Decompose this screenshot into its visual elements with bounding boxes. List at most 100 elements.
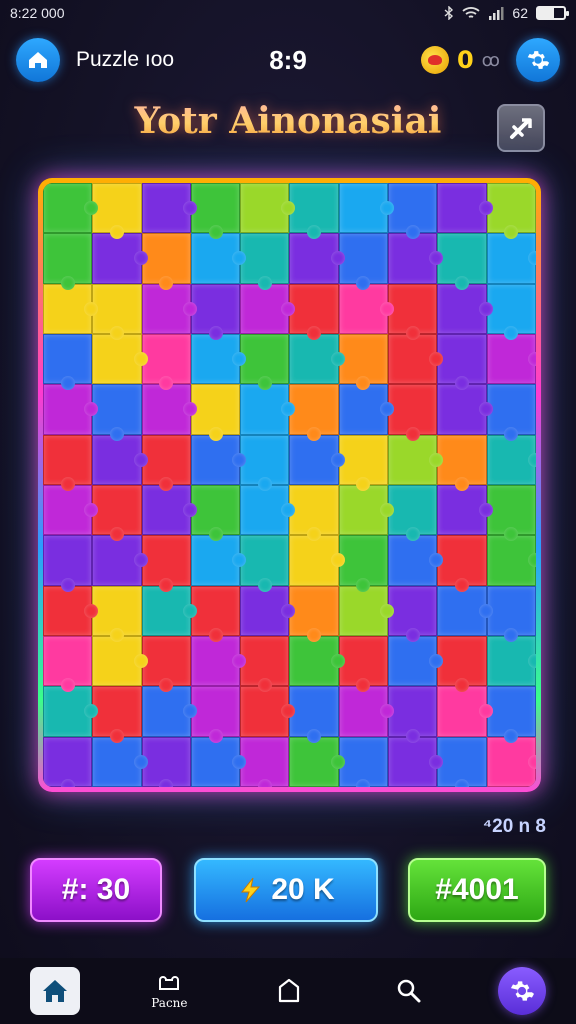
puzzle-piece[interactable] xyxy=(486,434,536,485)
puzzle-piece[interactable] xyxy=(388,535,444,586)
puzzle-piece[interactable] xyxy=(141,635,191,693)
puzzle-piece[interactable] xyxy=(437,283,494,334)
puzzle-piece[interactable] xyxy=(289,233,346,284)
puzzle-piece[interactable] xyxy=(338,233,389,291)
puzzle-piece[interactable] xyxy=(92,283,142,341)
puzzle-piece[interactable] xyxy=(437,535,487,593)
puzzle-piece[interactable] xyxy=(190,333,247,385)
puzzle-piece[interactable] xyxy=(240,686,296,737)
puzzle-piece[interactable] xyxy=(92,535,148,586)
hint-button[interactable]: 20 K xyxy=(194,858,378,922)
puzzle-piece[interactable] xyxy=(338,384,395,435)
puzzle-piece[interactable] xyxy=(190,585,241,643)
puzzle-piece[interactable] xyxy=(289,183,339,240)
puzzle-piece[interactable] xyxy=(190,434,247,485)
puzzle-piece[interactable] xyxy=(92,585,142,643)
puzzle-piece[interactable] xyxy=(289,585,339,643)
puzzle-piece[interactable] xyxy=(388,484,438,542)
puzzle-piece[interactable] xyxy=(437,585,494,636)
puzzle-piece[interactable] xyxy=(141,283,198,334)
puzzle-piece[interactable] xyxy=(240,635,290,693)
puzzle-piece[interactable] xyxy=(289,484,339,542)
puzzle-piece[interactable] xyxy=(141,585,198,636)
puzzle-piece[interactable] xyxy=(43,183,99,234)
nav-puzzle[interactable]: Pacne xyxy=(139,963,199,1019)
puzzle-piece[interactable] xyxy=(388,183,438,240)
puzzle-piece[interactable] xyxy=(289,686,339,744)
puzzle-piece[interactable] xyxy=(92,686,142,744)
puzzle-piece[interactable] xyxy=(141,183,198,234)
puzzle-piece[interactable] xyxy=(388,585,438,643)
puzzle-piece[interactable] xyxy=(289,434,346,485)
puzzle-piece[interactable] xyxy=(486,484,536,542)
puzzle-piece[interactable] xyxy=(388,384,438,442)
puzzle-piece[interactable] xyxy=(437,686,494,737)
puzzle-piece[interactable] xyxy=(486,585,536,643)
score-button[interactable]: #4001 xyxy=(408,858,546,922)
puzzle-piece[interactable] xyxy=(92,333,148,385)
puzzle-piece[interactable] xyxy=(486,535,536,586)
puzzle-piece[interactable] xyxy=(240,283,296,334)
puzzle-piece[interactable] xyxy=(43,233,93,291)
puzzle-piece[interactable] xyxy=(338,585,395,636)
puzzle-piece[interactable] xyxy=(338,635,389,693)
back-button[interactable] xyxy=(16,38,60,82)
puzzle-piece[interactable] xyxy=(289,283,339,341)
shuffle-button[interactable] xyxy=(497,104,545,152)
puzzle-piece[interactable] xyxy=(92,183,142,240)
puzzle-piece[interactable] xyxy=(43,384,99,435)
puzzle-piece[interactable] xyxy=(141,333,191,391)
puzzle-piece[interactable] xyxy=(338,484,395,536)
nav-settings[interactable] xyxy=(498,967,547,1015)
puzzle-piece[interactable] xyxy=(43,736,93,787)
puzzle-piece[interactable] xyxy=(141,384,198,435)
puzzle-piece[interactable] xyxy=(190,283,241,341)
puzzle-piece[interactable] xyxy=(289,736,346,787)
puzzle-piece[interactable] xyxy=(141,233,191,291)
puzzle-piece[interactable] xyxy=(338,333,389,391)
puzzle-piece[interactable] xyxy=(43,283,99,334)
puzzle-piece[interactable] xyxy=(437,635,487,693)
nav-search[interactable] xyxy=(379,963,439,1019)
puzzle-piece[interactable] xyxy=(437,434,487,492)
moves-button[interactable]: #: 30 xyxy=(30,858,162,922)
puzzle-piece[interactable] xyxy=(289,535,346,586)
puzzle-piece[interactable] xyxy=(338,535,389,593)
puzzle-piece[interactable] xyxy=(190,686,241,744)
puzzle-piece[interactable] xyxy=(338,686,395,737)
puzzle-piece[interactable] xyxy=(486,233,536,284)
puzzle-piece[interactable] xyxy=(486,283,536,341)
puzzle-piece[interactable] xyxy=(43,635,93,693)
puzzle-piece[interactable] xyxy=(388,233,444,284)
puzzle-piece[interactable] xyxy=(437,333,487,391)
nav-box[interactable] xyxy=(259,963,319,1019)
puzzle-piece[interactable] xyxy=(388,635,444,687)
puzzle-piece[interactable] xyxy=(240,736,290,787)
puzzle-piece[interactable] xyxy=(437,736,487,787)
puzzle-piece[interactable] xyxy=(240,183,296,234)
puzzle-piece[interactable] xyxy=(289,333,346,385)
puzzle-piece[interactable] xyxy=(240,585,296,636)
puzzle-piece[interactable] xyxy=(92,635,148,687)
puzzle-piece[interactable] xyxy=(437,183,494,234)
puzzle-piece[interactable] xyxy=(486,333,536,385)
puzzle-piece[interactable] xyxy=(437,233,487,291)
puzzle-piece[interactable] xyxy=(141,434,191,492)
nav-home[interactable] xyxy=(29,967,80,1015)
puzzle-piece[interactable] xyxy=(240,233,290,291)
puzzle-piece[interactable] xyxy=(190,183,241,240)
puzzle-piece[interactable] xyxy=(190,635,247,687)
puzzle-piece[interactable] xyxy=(388,686,438,744)
puzzle-piece[interactable] xyxy=(437,384,494,435)
puzzle-piece[interactable] xyxy=(338,183,395,234)
puzzle-piece[interactable] xyxy=(43,484,99,536)
puzzle-piece[interactable] xyxy=(92,484,142,542)
puzzle-piece[interactable] xyxy=(43,585,99,636)
puzzle-piece[interactable] xyxy=(289,635,346,687)
puzzle-piece[interactable] xyxy=(240,434,290,492)
puzzle-piece[interactable] xyxy=(92,233,148,284)
puzzle-piece[interactable] xyxy=(190,384,241,442)
puzzle-piece[interactable] xyxy=(141,535,191,593)
puzzle-piece[interactable] xyxy=(92,736,148,787)
puzzle-piece[interactable] xyxy=(43,333,93,391)
